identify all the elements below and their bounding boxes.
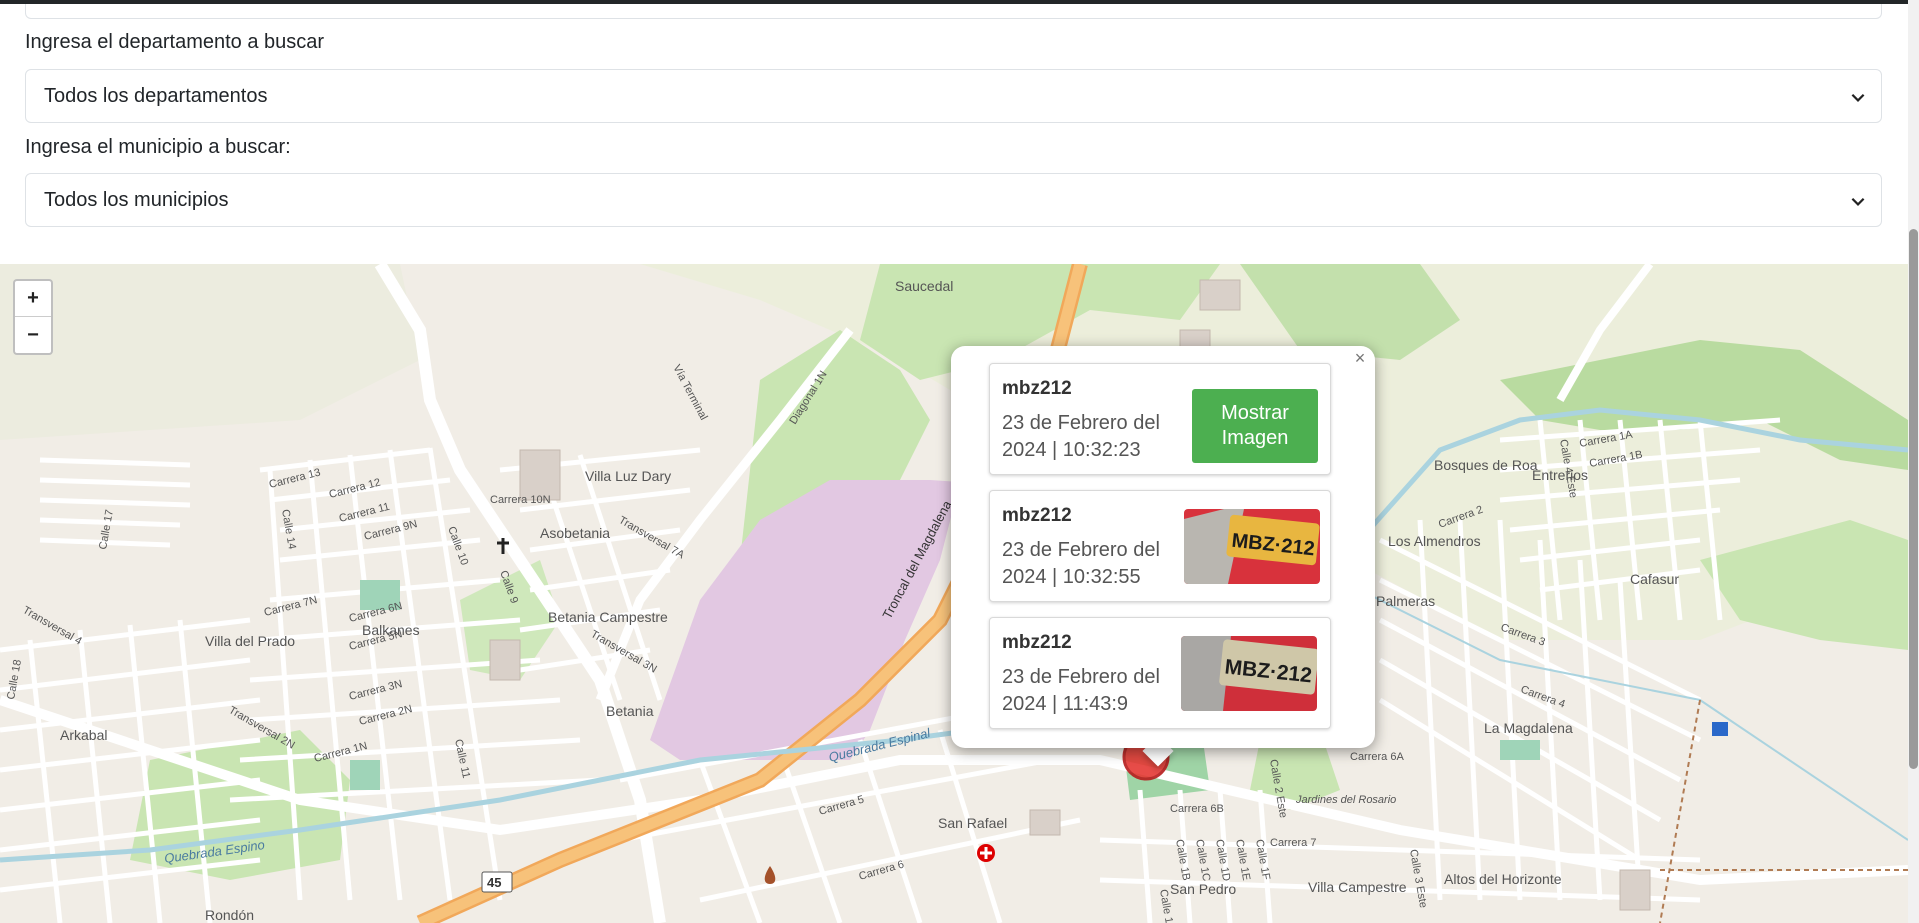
plate-number: mbz212	[1002, 632, 1072, 653]
map-label-los-almendros: Los Almendros	[1388, 533, 1481, 549]
plate-number: mbz212	[1002, 378, 1072, 399]
dam-icon	[1712, 722, 1728, 736]
map-label-betania-campestre: Betania Campestre	[548, 609, 668, 625]
department-selected-value: Todos los departamentos	[44, 84, 268, 107]
map-label-asobetania: Asobetania	[540, 525, 610, 541]
map-label-altos-del-horizonte: Altos del Horizonte	[1444, 871, 1562, 887]
map-label-entrerios: Entrerios	[1532, 467, 1588, 483]
map-label-villa-campestre: Villa Campestre	[1308, 879, 1407, 895]
svg-text:45: 45	[487, 875, 501, 890]
department-label: Ingresa el departamento a buscar	[25, 31, 325, 53]
map-label-carrera-7: Carrera 7	[1270, 837, 1316, 849]
road-shield-45: 45	[481, 871, 513, 893]
close-icon[interactable]: ×	[1350, 348, 1370, 368]
department-select[interactable]: Todos los departamentos	[25, 69, 1882, 123]
map-label-rondon: Rondón	[205, 907, 254, 923]
map-label-villa-luz-dary: Villa Luz Dary	[585, 468, 671, 484]
map-label-bosques-de-roa: Bosques de Roa	[1434, 457, 1538, 473]
detection-date: 23 de Febrero del 2024 | 10:32:55	[1002, 539, 1160, 588]
map-label-jardines-del-rosario: Jardines del Rosario	[1295, 794, 1396, 806]
chevron-down-icon	[1851, 93, 1865, 102]
municipality-selected-value: Todos los municipios	[44, 188, 229, 211]
zoom-control: + −	[13, 279, 53, 355]
chevron-down-icon	[1851, 197, 1865, 206]
map-label-villa-del-prado: Villa del Prado	[205, 633, 295, 649]
detection-card: mbz212 23 de Febrero del 2024 | 10:32:55…	[989, 490, 1331, 602]
map-label-betania: Betania	[606, 703, 654, 719]
map-label-san-rafael: San Rafael	[938, 815, 1007, 831]
previous-field-edge	[25, 4, 1882, 19]
plate-image[interactable]: MBZ·212	[1181, 636, 1317, 711]
municipality-select[interactable]: Todos los municipios	[25, 173, 1882, 227]
map-label-carrera-6a: Carrera 6A	[1350, 751, 1404, 763]
plate-image[interactable]: MBZ·212	[1184, 509, 1320, 584]
municipality-label: Ingresa el municipio a buscar:	[25, 136, 291, 158]
zoom-out-button[interactable]: −	[15, 317, 51, 353]
map-label-palmeras: Palmeras	[1376, 593, 1435, 609]
map-label-arkabal: Arkabal	[60, 727, 107, 743]
detection-card: mbz212 23 de Febrero del 2024 | 11:43:9 …	[989, 617, 1331, 729]
detection-card: mbz212 23 de Febrero del 2024 | 10:32:23…	[989, 363, 1331, 475]
map-label-carrera-10n: Carrera 10N	[490, 494, 551, 506]
map-label-cafasur: Cafasur	[1630, 571, 1679, 587]
plate-number: mbz212	[1002, 505, 1072, 526]
scrollbar-thumb[interactable]	[1909, 229, 1918, 769]
map-label-san-pedro: San Pedro	[1170, 881, 1236, 897]
map-label-la-magdalena: La Magdalena	[1484, 720, 1573, 736]
hospital-icon	[977, 844, 995, 862]
map-label-saucedal: Saucedal	[895, 278, 953, 294]
map-label-carrera-6b: Carrera 6B	[1170, 803, 1224, 815]
zoom-in-button[interactable]: +	[15, 281, 51, 317]
show-image-button[interactable]: Mostrar Imagen	[1192, 389, 1318, 463]
detection-date: 23 de Febrero del 2024 | 10:32:23	[1002, 412, 1160, 461]
detection-date: 23 de Febrero del 2024 | 11:43:9	[1002, 666, 1160, 715]
